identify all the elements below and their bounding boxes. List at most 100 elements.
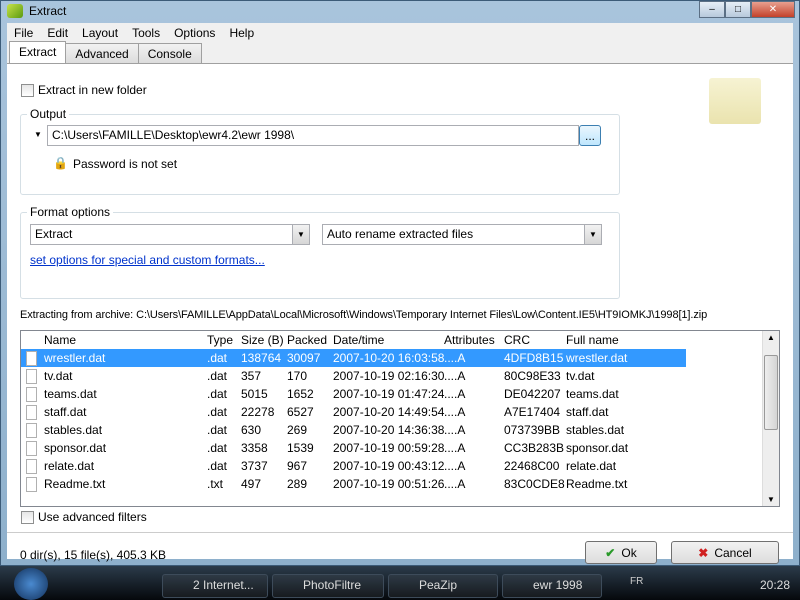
ok-button[interactable]: ✔ Ok <box>585 541 657 564</box>
start-button[interactable] <box>14 568 48 600</box>
output-group: Output <box>20 107 620 195</box>
file-icon <box>26 368 37 384</box>
status-text: 0 dir(s), 15 file(s), 405.3 KB <box>20 548 167 562</box>
advanced-filters-checkbox[interactable]: Use advanced filters <box>21 510 147 524</box>
cell-name: staff.dat <box>44 405 87 419</box>
cell-attributes: ....A <box>444 423 466 437</box>
column-crc[interactable]: CRC <box>504 333 530 347</box>
cell-packed: 1652 <box>287 387 314 401</box>
column-packed[interactable]: Packed <box>287 333 327 347</box>
cell-name: stables.dat <box>44 423 103 437</box>
taskbar-item-ewr1998[interactable]: ewr 1998 <box>502 574 602 598</box>
file-icon <box>26 386 37 402</box>
cell-type: .dat <box>207 387 228 401</box>
output-path-input[interactable]: C:\Users\FAMILLE\Desktop\ewr4.2\ewr 1998… <box>47 125 579 146</box>
cell-crc: CC3B283B <box>504 441 565 455</box>
cell-fullname: Readme.txt <box>566 477 628 491</box>
file-list[interactable]: Name Type Size (B) Packed Date/time Attr… <box>20 330 780 507</box>
menu-edit[interactable]: Edit <box>40 26 75 40</box>
chevron-down-icon[interactable]: ▼ <box>292 225 309 244</box>
cell-packed: 289 <box>287 477 308 491</box>
column-datetime[interactable]: Date/time <box>333 333 384 347</box>
column-name[interactable]: Name <box>44 333 76 347</box>
menu-file[interactable]: File <box>7 26 40 40</box>
cell-datetime: 2007-10-19 00:43:12 <box>333 459 445 473</box>
column-type[interactable]: Type <box>207 333 233 347</box>
check-icon: ✔ <box>605 545 616 560</box>
table-row[interactable]: relate.dat .dat 3737 967 2007-10-19 00:43:12… <box>21 457 686 475</box>
table-row[interactable]: sponsor.dat .dat 3358 1539 2007-10-19 00:59:… <box>21 439 686 457</box>
menu-tools[interactable]: Tools <box>125 26 167 40</box>
minimize-button[interactable]: – <box>699 1 725 18</box>
menu-bar: File Edit Layout Tools Options Help <box>7 23 793 43</box>
cell-crc: 22468C00 <box>504 459 560 473</box>
format-legend: Format options <box>30 205 111 219</box>
archive-path-label: Extracting from archive: C:\Users\FAMILL… <box>20 309 708 321</box>
vertical-scrollbar[interactable]: ▲ ▼ <box>762 331 779 506</box>
cell-fullname: relate.dat <box>566 459 617 473</box>
extract-new-folder-checkbox[interactable]: Extract in new folder <box>21 83 147 97</box>
chevron-down-icon[interactable]: ▼ <box>584 225 601 244</box>
table-row[interactable]: tv.dat .dat 357 170 2007-10-19 02:16:30 ....A… <box>21 367 686 385</box>
taskbar-item-photofiltre[interactable]: PhotoFiltre <box>272 574 384 598</box>
column-attributes[interactable]: Attributes <box>444 333 495 347</box>
cell-size: 22278 <box>241 405 275 419</box>
history-dropdown-arrow-icon[interactable]: ▼ <box>34 130 42 139</box>
cancel-button[interactable]: ✖ Cancel <box>671 541 779 564</box>
taskbar-item-ie[interactable]: 2 Internet... <box>162 574 268 598</box>
table-row[interactable]: teams.dat .dat 5015 1652 2007-10-19 01:47:24… <box>21 385 686 403</box>
table-row[interactable]: wrestler.dat .dat 138764 30097 2007-10-20 16… <box>21 349 686 367</box>
rename-mode-select[interactable]: Auto rename extracted files ▼ <box>322 224 602 245</box>
cell-type: .txt <box>207 477 224 491</box>
tab-extract[interactable]: Extract <box>9 41 67 63</box>
file-icon <box>26 458 37 474</box>
cell-fullname: wrestler.dat <box>566 351 628 365</box>
file-icon <box>26 350 37 366</box>
column-fullname[interactable]: Full name <box>566 333 619 347</box>
table-row[interactable]: stables.dat .dat 630 269 2007-10-20 14:36:38… <box>21 421 686 439</box>
cell-crc: 83C0CDE8 <box>504 477 565 491</box>
checkbox-box[interactable] <box>21 510 34 524</box>
cell-packed: 269 <box>287 423 308 437</box>
table-row[interactable]: staff.dat .dat 22278 6527 2007-10-20 14:49:5… <box>21 403 686 421</box>
table-row[interactable]: Readme.txt .txt 497 289 2007-10-19 00:51:26.… <box>21 475 686 493</box>
browse-button[interactable]: ... <box>579 125 601 146</box>
file-icon <box>26 440 37 456</box>
file-icon <box>26 476 37 492</box>
scroll-up-icon[interactable]: ▲ <box>767 333 775 342</box>
cell-crc: 073739BB <box>504 423 561 437</box>
tab-advanced[interactable]: Advanced <box>65 43 139 63</box>
custom-formats-link[interactable]: set options for special and custom forma… <box>30 253 265 267</box>
column-size[interactable]: Size (B) <box>241 333 284 347</box>
cell-name: Readme.txt <box>44 477 106 491</box>
tab-console[interactable]: Console <box>137 43 202 63</box>
password-status[interactable]: Password is not set <box>73 157 177 171</box>
cell-size: 630 <box>241 423 262 437</box>
cell-crc: DE042207 <box>504 387 561 401</box>
list-header: Name Type Size (B) Packed Date/time Attr… <box>21 331 686 349</box>
cell-name: relate.dat <box>44 459 95 473</box>
close-button[interactable]: ✕ <box>751 1 795 18</box>
checkbox-label: Use advanced filters <box>38 510 147 524</box>
cell-attributes: ....A <box>444 387 466 401</box>
file-icon <box>26 422 37 438</box>
menu-options[interactable]: Options <box>167 26 222 40</box>
taskbar-item-peazip[interactable]: PeaZip <box>388 574 498 598</box>
cell-attributes: ....A <box>444 441 466 455</box>
checkbox-box[interactable] <box>21 83 34 97</box>
taskbar: 2 Internet... PhotoFiltre PeaZip ewr 199… <box>0 566 800 600</box>
cell-attributes: ....A <box>444 459 466 473</box>
extract-mode-select[interactable]: Extract ▼ <box>30 224 310 245</box>
window-title: Extract <box>29 4 67 18</box>
clock[interactable]: 20:28 <box>760 578 790 592</box>
menu-layout[interactable]: Layout <box>75 26 125 40</box>
scrollbar-thumb[interactable] <box>764 355 778 430</box>
cell-attributes: ....A <box>444 405 466 419</box>
scroll-down-icon[interactable]: ▼ <box>767 495 775 504</box>
maximize-button[interactable]: □ <box>725 1 751 18</box>
cell-packed: 967 <box>287 459 308 473</box>
cell-size: 138764 <box>241 351 282 365</box>
cell-name: teams.dat <box>44 387 97 401</box>
menu-help[interactable]: Help <box>222 26 261 40</box>
language-indicator[interactable]: FR <box>630 576 643 587</box>
